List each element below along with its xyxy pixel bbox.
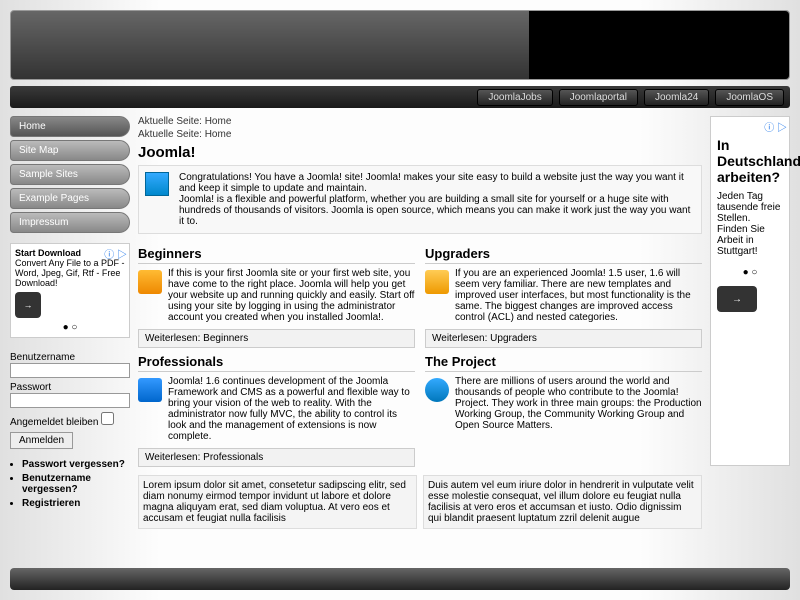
header-banner bbox=[10, 10, 790, 80]
remember-label: Angemeldet bleiben bbox=[10, 417, 98, 428]
breadcrumb: Aktuelle Seite: Home bbox=[138, 129, 702, 140]
heading-project: The Project bbox=[425, 354, 702, 372]
password-input[interactable] bbox=[10, 393, 130, 408]
right-sidebar: ⓘ ▷ In Deutschland arbeiten? Jeden Tag t… bbox=[710, 116, 790, 529]
ad-small-title: Start Download bbox=[15, 248, 81, 258]
topnav-joomlaportal[interactable]: Joomlaportal bbox=[559, 89, 638, 106]
ad-info-icon: ⓘ ▷ bbox=[104, 246, 127, 261]
ad-right-body: Jeden Tag tausende freie Stellen. Finden… bbox=[717, 191, 783, 257]
ad-small[interactable]: ⓘ ▷ Start Download Convert Any File to a… bbox=[10, 243, 130, 338]
breadcrumb: Aktuelle Seite: Home bbox=[138, 116, 702, 127]
globe-icon bbox=[425, 378, 449, 402]
footer-text-left: Lorem ipsum dolor sit amet, consetetur s… bbox=[138, 475, 417, 529]
menu-home[interactable]: Home bbox=[10, 116, 130, 137]
ad-pager-dots[interactable]: ● ○ bbox=[15, 322, 125, 333]
footer-text-right: Duis autem vel eum iriure dolor in hendr… bbox=[423, 475, 702, 529]
heading-beginners: Beginners bbox=[138, 246, 415, 264]
bottom-bar bbox=[10, 568, 790, 590]
person-icon bbox=[138, 270, 162, 294]
heading-professionals: Professionals bbox=[138, 354, 415, 372]
link-forgot-password[interactable]: Passwort vergessen? bbox=[22, 459, 130, 470]
ad-info-icon: ⓘ ▷ bbox=[764, 119, 787, 134]
username-label: Benutzername bbox=[10, 352, 130, 363]
password-label: Passwort bbox=[10, 382, 130, 393]
heading-upgraders: Upgraders bbox=[425, 246, 702, 264]
readmore-professionals[interactable]: Weiterlesen: Professionals bbox=[138, 448, 415, 467]
menu-sample-sites[interactable]: Sample Sites bbox=[10, 164, 130, 185]
article-upgraders: If you are an experienced Joomla! 1.5 us… bbox=[425, 268, 702, 323]
login-submit-button[interactable]: Anmelden bbox=[10, 432, 73, 449]
login-links: Passwort vergessen? Benutzername vergess… bbox=[10, 459, 130, 509]
file-icon bbox=[138, 378, 162, 402]
topnav-joomla24[interactable]: Joomla24 bbox=[644, 89, 709, 106]
page-title: Joomla! bbox=[138, 144, 702, 161]
joomla-icon bbox=[145, 172, 169, 196]
menu-sitemap[interactable]: Site Map bbox=[10, 140, 130, 161]
article-project: There are millions of users around the w… bbox=[425, 376, 702, 431]
menu-example-pages[interactable]: Example Pages bbox=[10, 188, 130, 209]
remember-checkbox[interactable] bbox=[101, 412, 114, 425]
article-professionals: Joomla! 1.6 continues development of the… bbox=[138, 376, 415, 442]
sidebar: Home Site Map Sample Sites Example Pages… bbox=[10, 116, 130, 529]
topnav-joomlajobs[interactable]: JoomlaJobs bbox=[477, 89, 552, 106]
readmore-beginners[interactable]: Weiterlesen: Beginners bbox=[138, 329, 415, 348]
arrow-icon bbox=[425, 270, 449, 294]
top-nav: JoomlaJobs Joomlaportal Joomla24 JoomlaO… bbox=[10, 86, 790, 108]
ad-right-title: In Deutschland arbeiten? bbox=[717, 137, 783, 185]
main-content: Aktuelle Seite: Home Aktuelle Seite: Hom… bbox=[138, 116, 702, 529]
link-forgot-username[interactable]: Benutzername vergessen? bbox=[22, 473, 130, 495]
username-input[interactable] bbox=[10, 363, 130, 378]
link-register[interactable]: Registrieren bbox=[22, 498, 130, 509]
article-beginners: If this is your first Joomla site or you… bbox=[138, 268, 415, 323]
login-form: Benutzername Passwort Angemeldet bleiben… bbox=[10, 352, 130, 449]
ad-arrow-button[interactable]: → bbox=[717, 286, 757, 312]
topnav-joomlaos[interactable]: JoomlaOS bbox=[715, 89, 784, 106]
ad-arrow-button[interactable]: → bbox=[15, 292, 41, 318]
menu-impressum[interactable]: Impressum bbox=[10, 212, 130, 233]
ad-pager-dots[interactable]: ● ○ bbox=[717, 267, 783, 278]
intro-box: Congratulations! You have a Joomla! site… bbox=[138, 165, 702, 234]
ad-right[interactable]: ⓘ ▷ In Deutschland arbeiten? Jeden Tag t… bbox=[710, 116, 790, 466]
readmore-upgraders[interactable]: Weiterlesen: Upgraders bbox=[425, 329, 702, 348]
ad-small-body: Convert Any File to a PDF - Word, Jpeg, … bbox=[15, 258, 125, 288]
